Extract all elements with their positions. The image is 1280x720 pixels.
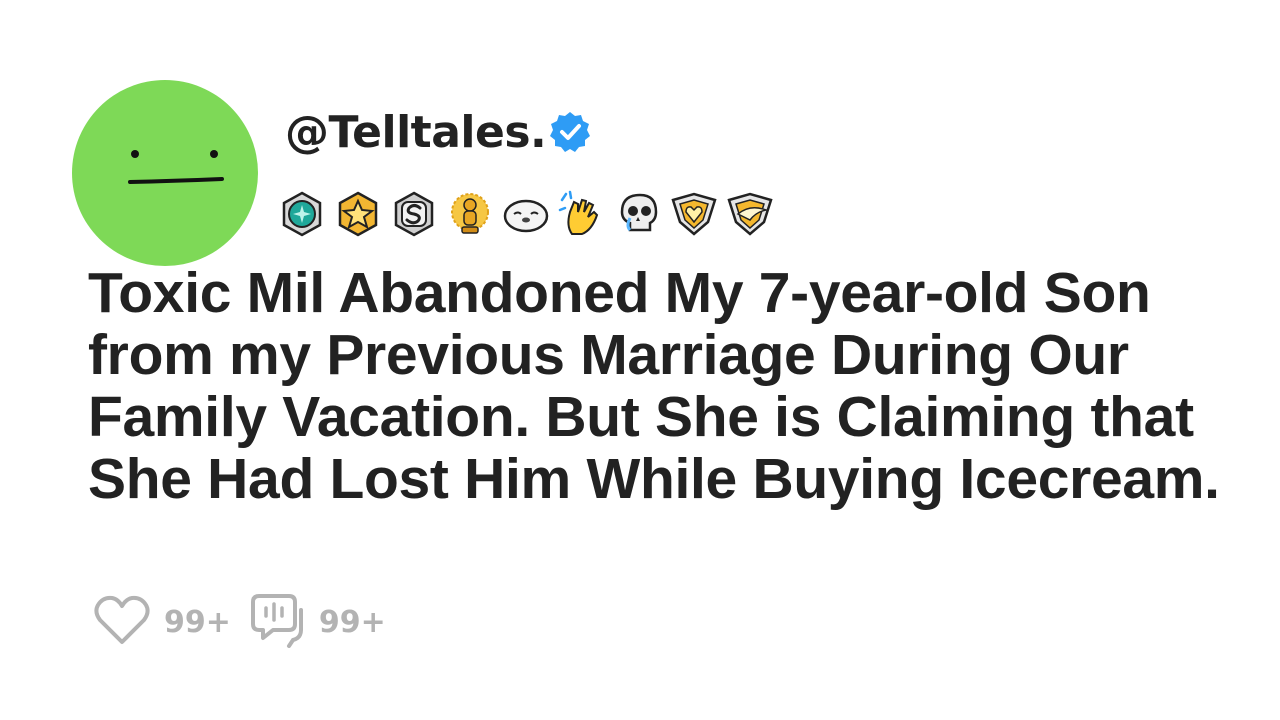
awards-row	[276, 186, 776, 242]
avatar[interactable]	[72, 80, 258, 266]
like-count: 99+	[164, 604, 231, 640]
silver-s-coin-icon[interactable]	[388, 188, 440, 240]
comment-icon	[249, 592, 307, 653]
crying-skull-icon[interactable]	[612, 188, 664, 240]
gold-wing-shield-icon[interactable]	[724, 188, 776, 240]
gold-star-medal-icon[interactable]	[332, 188, 384, 240]
neutral-face-icon	[128, 150, 224, 184]
teal-medal-icon[interactable]	[276, 188, 328, 240]
username[interactable]: @Telltales.	[285, 107, 547, 158]
heart-icon	[92, 594, 152, 651]
gold-heart-shield-icon[interactable]	[668, 188, 720, 240]
username-row: @Telltales.	[285, 102, 592, 162]
post-title: Toxic Mil Abandoned My 7-year-old Son fr…	[88, 261, 1220, 511]
comment-count: 99+	[318, 604, 386, 640]
like-button[interactable]: 99+	[92, 594, 231, 651]
gold-trophy-mascot-icon[interactable]	[444, 188, 496, 240]
comment-button[interactable]: 99+	[249, 592, 386, 653]
verified-badge-icon	[548, 110, 592, 159]
clapping-hands-icon[interactable]	[556, 188, 608, 240]
post-stats: 99+ 99+	[92, 592, 386, 653]
seal-icon[interactable]	[500, 188, 552, 240]
